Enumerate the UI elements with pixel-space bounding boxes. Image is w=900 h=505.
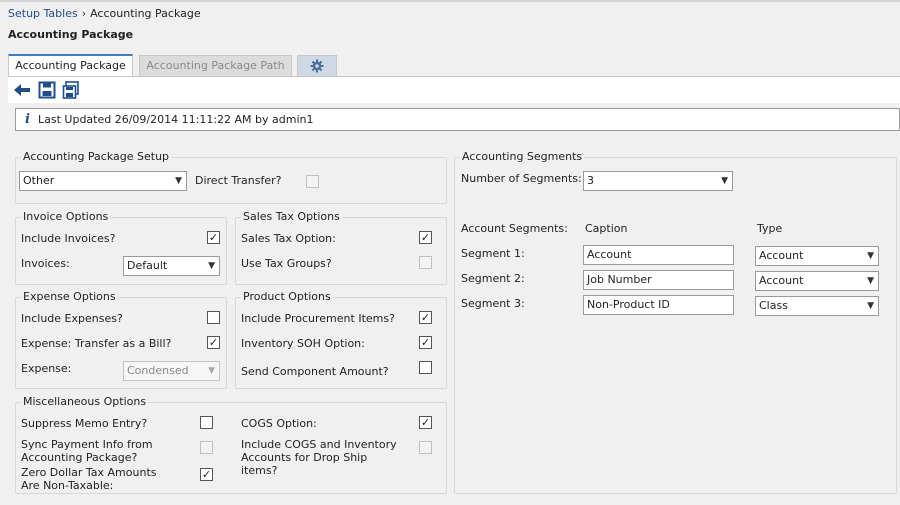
breadcrumb-link-setup-tables[interactable]: Setup Tables [8, 7, 78, 20]
miscellaneous-options-group: Miscellaneous Options Suppress Memo Entr… [15, 395, 447, 494]
use-tax-groups-checkbox[interactable] [419, 256, 432, 269]
group-legend: Accounting Segments [460, 150, 585, 163]
group-legend: Sales Tax Options [241, 210, 342, 223]
include-invoices-label: Include Invoices? [21, 232, 116, 245]
zero-dollar-tax-label: Zero Dollar Tax Amounts Are Non-Taxable: [21, 466, 157, 492]
include-cogs-drop-ship-checkbox[interactable] [419, 441, 432, 454]
include-procurement-checkbox[interactable]: ✓ [419, 311, 432, 324]
include-expenses-checkbox[interactable] [207, 311, 220, 324]
invoice-options-group: Invoice Options Include Invoices? ✓ Invo… [15, 210, 227, 285]
sales-tax-option-checkbox[interactable]: ✓ [419, 231, 432, 244]
cogs-option-label: COGS Option: [241, 417, 317, 430]
expense-label: Expense: [21, 362, 72, 375]
number-of-segments-label: Number of Segments: [461, 172, 582, 185]
include-expenses-label: Include Expenses? [21, 312, 123, 325]
segment-1-type-select[interactable]: Account ▼ [755, 246, 879, 266]
group-legend: Expense Options [21, 290, 118, 303]
segment-2-caption-input[interactable]: Job Number [583, 270, 734, 290]
account-segments-header: Account Segments: [461, 222, 568, 235]
chevron-down-icon: ▼ [175, 176, 182, 186]
sales-tax-option-label: Sales Tax Option: [241, 232, 336, 245]
sync-payment-info-label: Sync Payment Info from Accounting Packag… [21, 438, 153, 464]
number-of-segments-select[interactable]: 3 ▼ [583, 171, 733, 191]
include-invoices-checkbox[interactable]: ✓ [207, 231, 220, 244]
tab-accounting-package[interactable]: Accounting Package [8, 54, 133, 77]
page-title: Accounting Package [8, 28, 134, 41]
product-options-group: Product Options Include Procurement Item… [235, 290, 447, 389]
group-legend: Product Options [241, 290, 333, 303]
save-and-close-icon[interactable] [62, 81, 80, 99]
expense-value: Condensed [127, 364, 189, 377]
segment-1-type-value: Account [759, 249, 804, 262]
accounting-package-value: Other [23, 174, 55, 187]
chevron-down-icon: ▼ [867, 301, 874, 311]
suppress-memo-checkbox[interactable] [200, 416, 213, 429]
segment-3-type-select[interactable]: Class ▼ [755, 296, 879, 316]
expense-options-group: Expense Options Include Expenses? Expens… [15, 290, 227, 389]
direct-transfer-label: Direct Transfer? [195, 174, 282, 187]
suppress-memo-label: Suppress Memo Entry? [21, 417, 148, 430]
chevron-down-icon: ▼ [208, 261, 215, 271]
send-component-amount-checkbox[interactable] [419, 361, 432, 374]
breadcrumb-separator: › [81, 7, 87, 20]
invoices-label: Invoices: [21, 257, 70, 270]
last-updated-text: Last Updated 26/09/2014 11:11:22 AM by a… [38, 113, 314, 126]
transfer-as-bill-label: Expense: Transfer as a Bill? [21, 337, 172, 350]
chevron-down-icon: ▼ [208, 366, 215, 376]
info-icon: i [25, 112, 30, 127]
accounting-segments-group: Accounting Segments Number of Segments: … [454, 150, 897, 494]
segment-2-type-select[interactable]: Account ▼ [755, 271, 879, 291]
chevron-down-icon: ▼ [867, 276, 874, 286]
inventory-soh-label: Inventory SOH Option: [241, 337, 365, 350]
invoices-select[interactable]: Default ▼ [123, 256, 220, 276]
tab-accounting-package-path[interactable]: Accounting Package Path [139, 55, 292, 76]
use-tax-groups-label: Use Tax Groups? [241, 257, 332, 270]
inventory-soh-checkbox[interactable]: ✓ [419, 336, 432, 349]
expense-select[interactable]: Condensed ▼ [123, 361, 220, 381]
type-column-header: Type [757, 222, 783, 235]
segment-3-type-value: Class [759, 299, 788, 312]
gear-icon [310, 59, 324, 73]
direct-transfer-checkbox[interactable] [306, 175, 319, 188]
zero-dollar-tax-checkbox[interactable]: ✓ [200, 468, 213, 481]
include-procurement-label: Include Procurement Items? [241, 312, 395, 325]
invoices-value: Default [127, 259, 168, 272]
group-legend: Accounting Package Setup [21, 150, 172, 163]
top-border [0, 0, 900, 2]
chevron-down-icon: ▼ [721, 176, 728, 186]
segment-3-label: Segment 3: [461, 297, 525, 310]
segment-1-label: Segment 1: [461, 247, 525, 260]
sales-tax-options-group: Sales Tax Options Sales Tax Option: ✓ Us… [235, 210, 447, 285]
number-of-segments-value: 3 [587, 174, 594, 187]
back-arrow-icon[interactable] [13, 81, 31, 99]
cogs-option-checkbox[interactable]: ✓ [419, 416, 432, 429]
send-component-amount-label: Send Component Amount? [241, 365, 389, 378]
group-legend: Miscellaneous Options [21, 395, 149, 408]
segment-2-label: Segment 2: [461, 272, 525, 285]
chevron-down-icon: ▼ [867, 251, 874, 261]
include-cogs-drop-ship-label: Include COGS and Inventory Accounts for … [241, 438, 397, 477]
accounting-package-select[interactable]: Other ▼ [19, 171, 187, 191]
tab-settings[interactable] [297, 55, 337, 76]
transfer-as-bill-checkbox[interactable]: ✓ [207, 336, 220, 349]
group-legend: Invoice Options [21, 210, 111, 223]
caption-column-header: Caption [585, 222, 628, 235]
toolbar [8, 76, 900, 103]
segment-3-caption-input[interactable]: Non-Product ID [583, 295, 734, 315]
accounting-package-setup-group: Accounting Package Setup Other ▼ Direct … [15, 150, 447, 204]
sync-payment-info-checkbox[interactable] [200, 441, 213, 454]
last-updated-bar: i Last Updated 26/09/2014 11:11:22 AM by… [15, 108, 900, 131]
segment-1-caption-input[interactable]: Account [583, 245, 734, 265]
breadcrumb-current: Accounting Package [90, 7, 201, 20]
segment-2-type-value: Account [759, 274, 804, 287]
save-icon[interactable] [38, 81, 56, 99]
breadcrumb: Setup Tables › Accounting Package [8, 7, 201, 20]
